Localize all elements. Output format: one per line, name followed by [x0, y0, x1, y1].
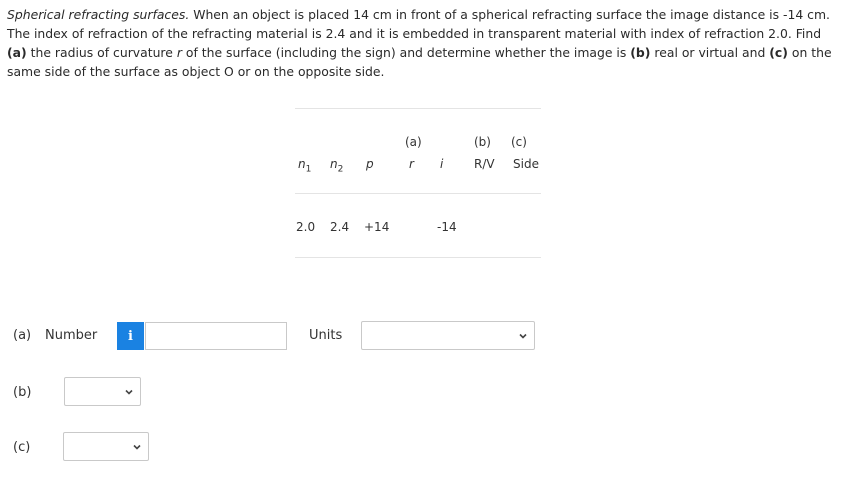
header-p: p: [366, 157, 374, 171]
header-i: i: [440, 157, 444, 171]
header-n1-sub: 1: [305, 164, 312, 175]
problem-statement: Spherical refracting surfaces. When an o…: [7, 5, 832, 81]
header-top-c: (c): [511, 135, 527, 149]
number-input[interactable]: [145, 322, 287, 350]
answer-c-select[interactable]: [63, 432, 149, 461]
number-label: Number: [45, 328, 98, 343]
header-n1-base: n: [298, 157, 306, 171]
chevron-down-icon: [133, 444, 141, 450]
table-divider-middle: [295, 193, 541, 194]
units-select[interactable]: [361, 321, 535, 350]
chevron-down-icon: [125, 389, 133, 395]
problem-part-c: (c): [769, 45, 788, 60]
answer-c-label: (c): [13, 440, 31, 455]
problem-part-b: (b): [630, 45, 651, 60]
table-divider-top: [295, 108, 541, 109]
value-n1: 2.0: [296, 220, 316, 234]
header-top-a: (a): [405, 135, 422, 149]
header-n1: n1: [298, 157, 311, 174]
problem-text-2: the radius of curvature: [26, 45, 177, 60]
problem-title: Spherical refracting surfaces.: [7, 7, 190, 22]
value-n2: 2.4: [330, 220, 350, 234]
header-n2-sub: 2: [337, 164, 344, 175]
header-c: Side: [513, 157, 539, 171]
answer-b-select[interactable]: [64, 377, 141, 406]
problem-text-3: of the surface (including the sign) and …: [181, 45, 631, 60]
units-label: Units: [309, 328, 343, 343]
info-icon[interactable]: i: [117, 322, 144, 350]
header-n2-base: n: [330, 157, 338, 171]
answer-a-label: (a): [13, 328, 32, 343]
value-p: +14: [364, 220, 390, 234]
table-divider-bottom: [295, 257, 541, 258]
problem-text-4: real or virtual and: [650, 45, 770, 60]
answer-b-label: (b): [13, 385, 32, 400]
value-i: -14: [437, 220, 457, 234]
header-b: R/V: [474, 157, 495, 171]
chevron-down-icon: [519, 333, 527, 339]
problem-part-a: (a): [7, 45, 27, 60]
header-r: r: [409, 157, 414, 171]
header-n2: n2: [330, 157, 343, 174]
header-top-b: (b): [474, 135, 491, 149]
